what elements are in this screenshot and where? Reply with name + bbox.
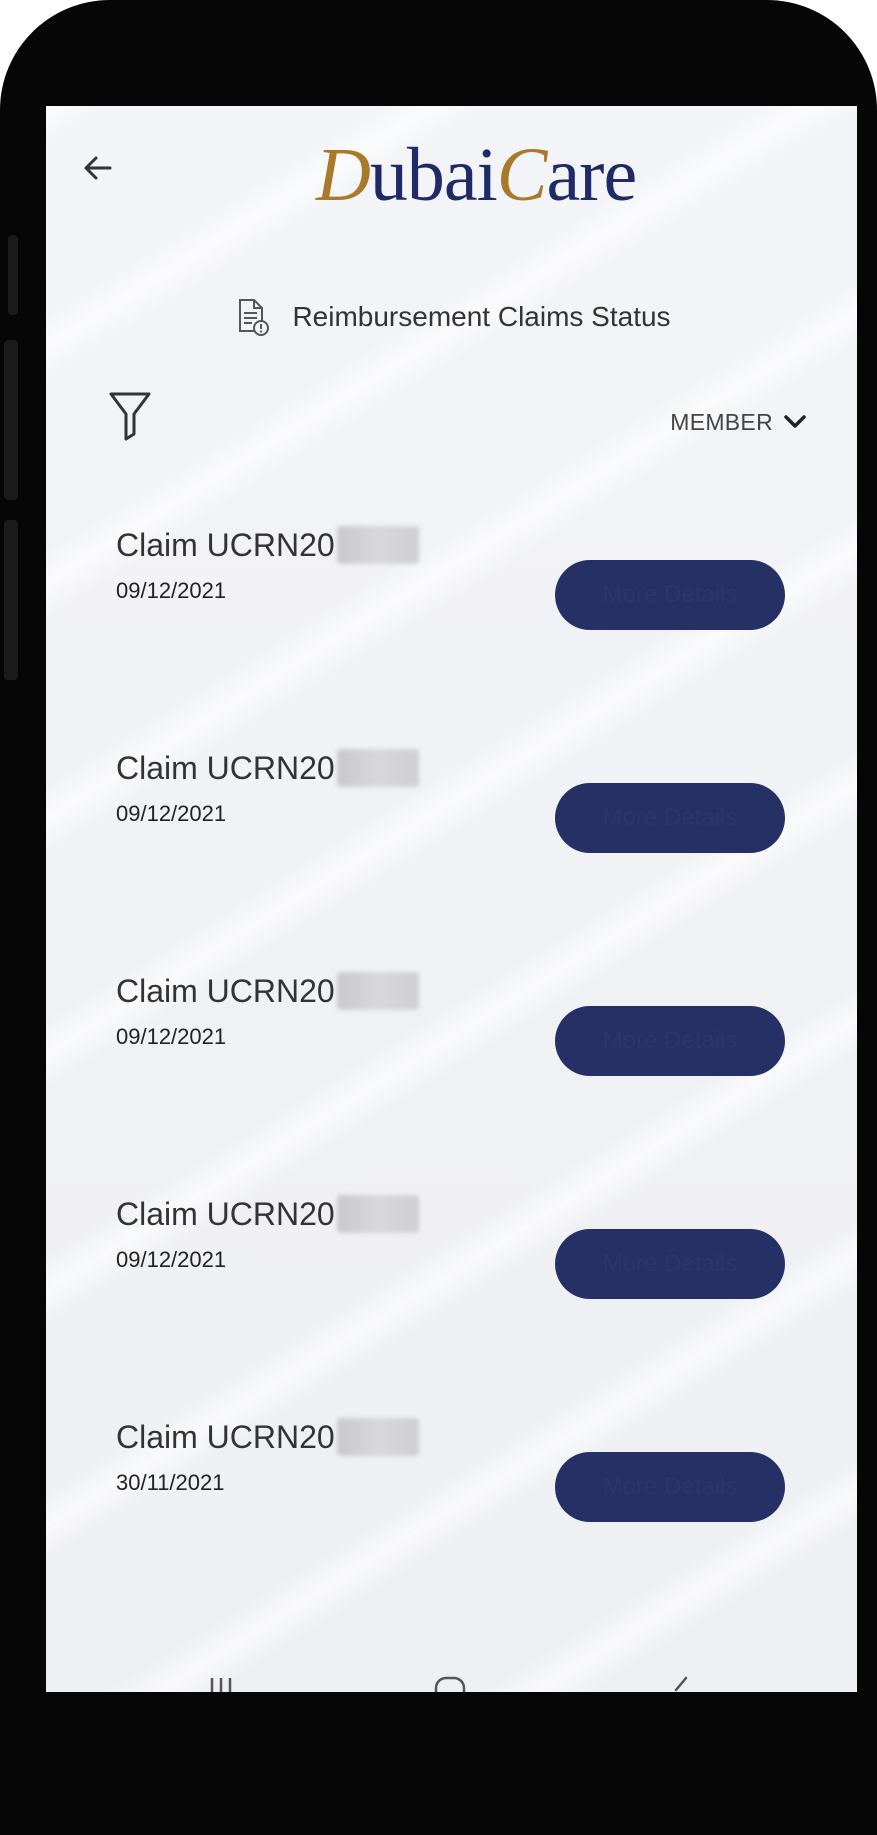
logo-text-ubai: ubai [369,133,498,217]
claim-title: Claim UCRN20 [116,1195,419,1233]
phone-side-button [8,235,18,315]
claim-item: Claim UCRN20 30/11/2021 More Details [46,1306,857,1529]
claim-date: 09/12/2021 [116,801,227,826]
system-nav-bar [46,1666,857,1692]
app-logo: DubaiCare [316,130,637,220]
home-icon[interactable] [430,1668,470,1692]
claim-title-text: Claim UCRN20 [116,972,335,1009]
page-title: Reimbursement Claims Status [292,301,671,332]
more-details-button[interactable]: More Details [555,1452,785,1522]
app-screen: DubaiCare Reimbursement Claims Status ME… [46,106,857,1692]
claim-title-text: Claim UCRN20 [116,1418,335,1455]
redacted-id [336,1418,419,1456]
more-details-button[interactable]: More Details [555,1229,785,1299]
page-header: Reimbursement Claims Status [46,292,857,342]
claim-date: 09/12/2021 [116,1024,227,1049]
claim-date: 09/12/2021 [116,1247,227,1272]
redacted-id [336,972,419,1010]
redacted-id [336,1195,419,1233]
logo-text-are: are [546,133,637,217]
claim-title: Claim UCRN20 [116,1418,419,1456]
claim-title-text: Claim UCRN20 [116,526,335,563]
claims-list: Claim UCRN20 09/12/2021 More Details Cla… [46,526,857,1529]
claim-item: Claim UCRN20 09/12/2021 More Details [46,1083,857,1306]
back-nav-icon[interactable] [666,1668,696,1692]
phone-volume-button [4,340,18,500]
document-icon [239,299,270,336]
claim-title: Claim UCRN20 [116,526,419,564]
claim-item: Claim UCRN20 09/12/2021 More Details [46,860,857,1083]
claim-date: 30/11/2021 [116,1470,225,1495]
arrow-left-icon[interactable] [80,150,116,186]
claim-title: Claim UCRN20 [116,749,419,787]
phone-frame: DubaiCare Reimbursement Claims Status ME… [0,0,877,1835]
claim-title: Claim UCRN20 [116,972,419,1010]
redacted-id [336,526,419,564]
phone-power-button [4,520,18,680]
claim-title-text: Claim UCRN20 [116,1195,335,1232]
recent-apps-icon[interactable] [206,1668,236,1692]
redacted-id [336,749,419,787]
claim-item: Claim UCRN20 09/12/2021 More Details [46,637,857,860]
claim-item: Claim UCRN20 09/12/2021 More Details [46,414,857,637]
more-details-button[interactable]: More Details [555,560,785,630]
logo-letter-c: C [496,133,548,217]
more-details-button[interactable]: More Details [555,1006,785,1076]
claim-date: 09/12/2021 [116,578,227,603]
logo-letter-d: D [316,133,371,217]
more-details-button[interactable]: More Details [555,783,785,853]
claim-title-text: Claim UCRN20 [116,749,335,786]
